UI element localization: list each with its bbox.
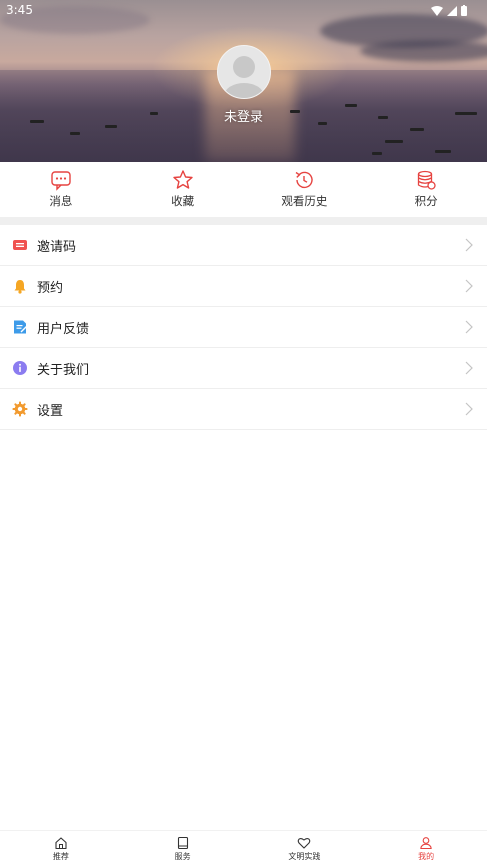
chevron-right-icon: [465, 279, 473, 293]
quick-action-points[interactable]: 积分: [365, 162, 487, 217]
quick-action-label: 收藏: [171, 194, 195, 208]
chevron-right-icon: [465, 238, 473, 252]
menu-item-invite-code[interactable]: 邀请码: [0, 225, 487, 266]
history-icon: [295, 171, 314, 189]
avatar[interactable]: [217, 45, 271, 99]
quick-action-label: 观看历史: [281, 194, 328, 208]
quick-action-history[interactable]: 观看历史: [244, 162, 366, 217]
user-icon: [420, 837, 432, 850]
menu-item-label: 关于我们: [37, 362, 90, 378]
heart-icon: [298, 837, 311, 849]
menu-item-label: 用户反馈: [37, 321, 90, 337]
points-icon: [417, 170, 436, 190]
bell-icon: [14, 280, 26, 294]
menu-item-label: 设置: [37, 403, 64, 419]
tab-service[interactable]: 服务: [122, 831, 244, 867]
tab-label: 我的: [418, 852, 435, 861]
menu-item-reservation[interactable]: 预约: [0, 266, 487, 307]
gear-icon: [12, 401, 28, 417]
default-avatar-icon: [224, 56, 264, 98]
book-icon: [177, 836, 188, 850]
tab-civilization-practice[interactable]: 文明实践: [244, 831, 366, 867]
tab-recommend[interactable]: 推荐: [0, 831, 122, 867]
signal-icon: [447, 5, 457, 16]
settings-menu: 邀请码 预约 用户反馈 关于我们 设置: [0, 225, 487, 430]
menu-item-label: 邀请码: [37, 239, 77, 255]
wifi-icon: [431, 5, 443, 16]
tab-mine[interactable]: 我的: [365, 831, 487, 867]
quick-actions-bar: 消息 收藏 观看历史 积分: [0, 162, 487, 217]
quick-action-label: 积分: [414, 194, 438, 208]
chevron-right-icon: [465, 402, 473, 416]
status-time: 3:45: [6, 3, 33, 17]
menu-item-about-us[interactable]: 关于我们: [0, 348, 487, 389]
quick-action-label: 消息: [49, 194, 73, 208]
tab-label: 推荐: [52, 852, 69, 861]
chevron-right-icon: [465, 320, 473, 334]
battery-icon: [461, 5, 467, 16]
feedback-icon: [14, 320, 27, 334]
star-icon: [172, 170, 193, 189]
tab-label: 服务: [174, 852, 191, 861]
section-divider: [0, 217, 487, 225]
tab-label: 文明实践: [288, 852, 321, 861]
login-status-text[interactable]: 未登录: [0, 106, 487, 125]
bottom-tab-bar: 推荐 服务 文明实践 我的: [0, 830, 487, 867]
info-icon: [13, 361, 27, 375]
menu-item-settings[interactable]: 设置: [0, 389, 487, 430]
status-bar: 3:45: [0, 0, 487, 22]
home-icon: [55, 837, 67, 850]
ticket-icon: [13, 240, 27, 250]
message-icon: [51, 171, 71, 191]
chevron-right-icon: [465, 361, 473, 375]
menu-item-label: 预约: [37, 280, 64, 296]
quick-action-messages[interactable]: 消息: [0, 162, 122, 217]
quick-action-favorites[interactable]: 收藏: [122, 162, 244, 217]
menu-item-user-feedback[interactable]: 用户反馈: [0, 307, 487, 348]
